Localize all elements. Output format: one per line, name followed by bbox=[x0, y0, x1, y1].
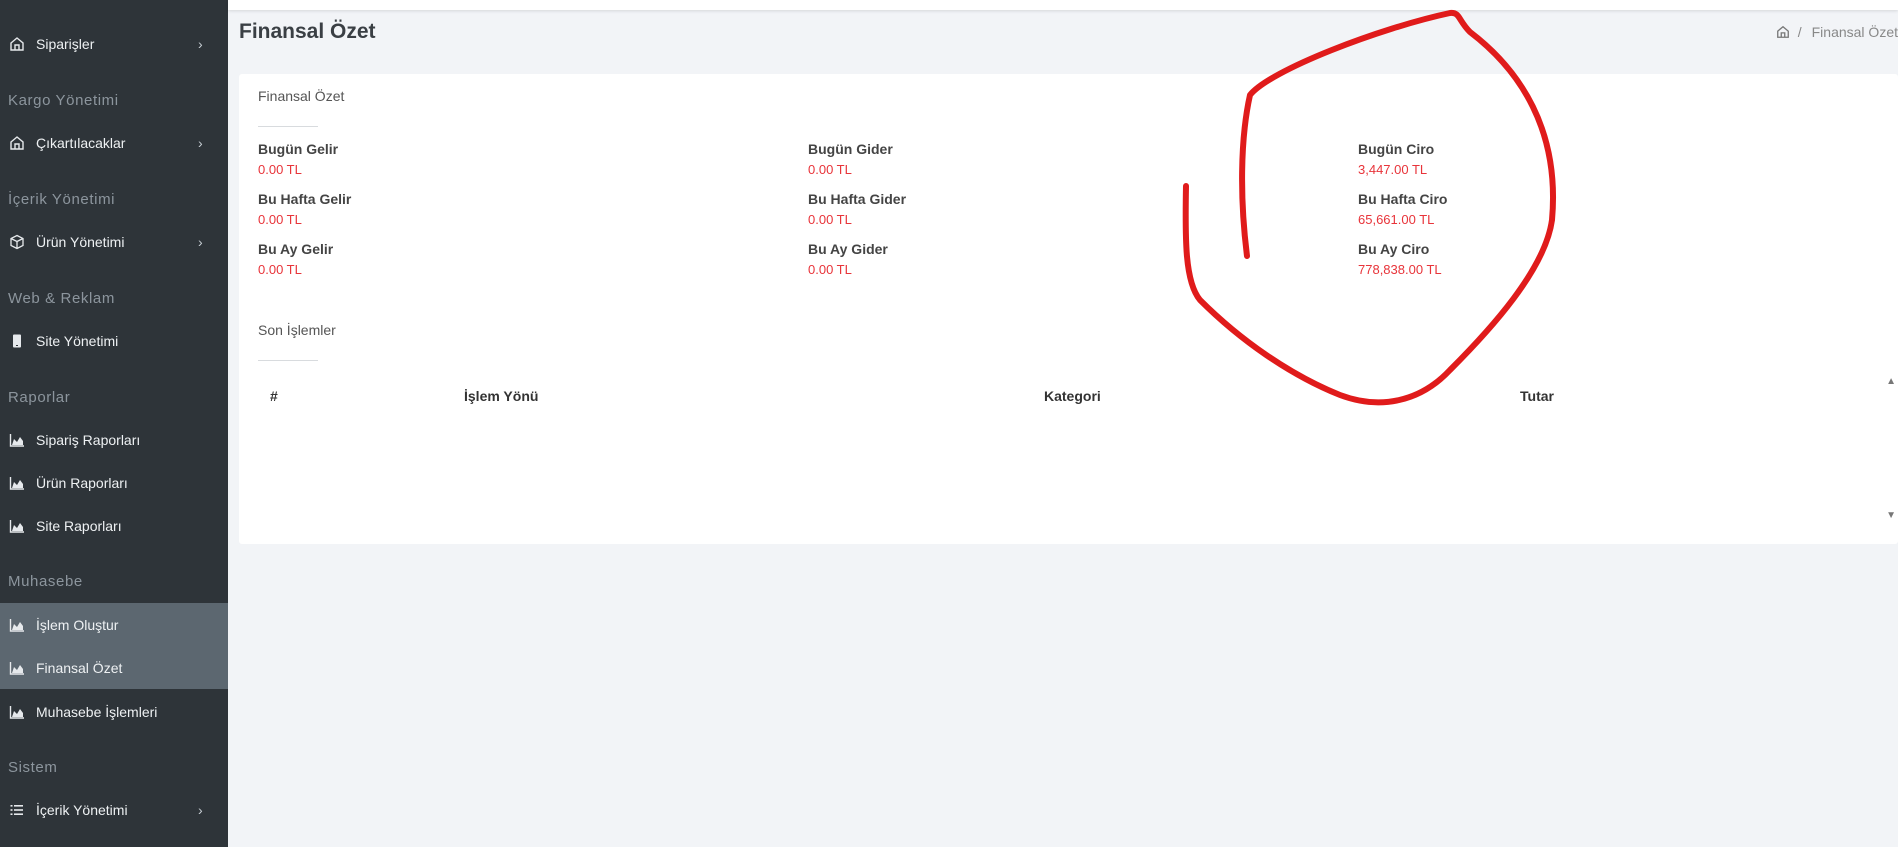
sidebar-section-kargo: Kargo Yönetimi bbox=[8, 92, 119, 109]
chevron-right-icon: › bbox=[198, 802, 203, 818]
metric-label: Bu Ay Gider bbox=[808, 241, 888, 257]
financial-summary-card: Finansal Özet Bugün Gelir 0.00 TL Bu Haf… bbox=[239, 74, 1898, 544]
sidebar-item-label: Ürün Raporları bbox=[36, 475, 128, 491]
sidebar-item-site-raporlari[interactable]: Site Raporları bbox=[0, 506, 228, 546]
sidebar-item-label: Site Raporları bbox=[36, 518, 122, 534]
sidebar-section-icerik: İçerik Yönetimi bbox=[8, 191, 116, 208]
metric-label: Bu Hafta Gelir bbox=[258, 191, 352, 207]
mobile-icon bbox=[8, 332, 26, 350]
home-icon bbox=[8, 134, 26, 152]
sidebar-item-cikartilacaklar[interactable]: Çıkartılacaklar › bbox=[0, 123, 228, 163]
sidebar-item-label: Siparişler bbox=[36, 36, 95, 52]
recent-transactions-title: Son İşlemler bbox=[258, 322, 336, 338]
metric-label: Bu Ay Gelir bbox=[258, 241, 334, 257]
area-chart-icon bbox=[8, 474, 26, 492]
sidebar-item-icerik-yonetimi[interactable]: İçerik Yönetimi › bbox=[0, 790, 228, 830]
chevron-right-icon: › bbox=[198, 135, 203, 151]
metric-value: 0.00 TL bbox=[808, 262, 852, 277]
box-icon bbox=[8, 233, 26, 251]
sidebar-section-muhasebe: Muhasebe bbox=[8, 573, 83, 590]
area-chart-icon bbox=[8, 659, 26, 677]
sidebar-section-raporlar: Raporlar bbox=[8, 389, 71, 406]
breadcrumb: / Finansal Özet bbox=[1776, 24, 1898, 40]
metric-value: 778,838.00 TL bbox=[1358, 262, 1442, 277]
sidebar-item-urun-yonetimi[interactable]: Ürün Yönetimi › bbox=[0, 222, 228, 262]
scroll-down-icon[interactable]: ▼ bbox=[1886, 510, 1896, 521]
metric-value: 65,661.00 TL bbox=[1358, 212, 1435, 227]
sidebar-item-siparis-raporlari[interactable]: Sipariş Raporları bbox=[0, 420, 228, 460]
metric-label: Bu Ay Ciro bbox=[1358, 241, 1430, 257]
sidebar-item-islem-olustur[interactable]: İşlem Oluştur bbox=[0, 605, 228, 645]
topbar bbox=[228, 0, 1898, 10]
list-icon bbox=[8, 801, 26, 819]
column-header-amount[interactable]: Tutar bbox=[1520, 388, 1554, 404]
metric-label: Bugün Gider bbox=[808, 141, 893, 157]
home-icon[interactable] bbox=[1776, 25, 1790, 39]
area-chart-icon bbox=[8, 616, 26, 634]
metric-value: 0.00 TL bbox=[258, 162, 302, 177]
metric-label: Bugün Gelir bbox=[258, 141, 339, 157]
home-icon bbox=[8, 35, 26, 53]
divider bbox=[258, 360, 318, 361]
metric-value: 0.00 TL bbox=[808, 212, 852, 227]
sidebar-item-muhasebe-islemleri[interactable]: Muhasebe İşlemleri bbox=[0, 692, 228, 732]
metric-value: 3,447.00 TL bbox=[1358, 162, 1428, 177]
column-header-index[interactable]: # bbox=[270, 388, 278, 404]
sidebar: Siparişler › Kargo Yönetimi Çıkartılacak… bbox=[0, 0, 228, 847]
sidebar-item-label: İçerik Yönetimi bbox=[36, 802, 128, 818]
metric-label: Bugün Ciro bbox=[1358, 141, 1435, 157]
sidebar-item-label: Ürün Yönetimi bbox=[36, 234, 125, 250]
sidebar-item-siparisler[interactable]: Siparişler › bbox=[0, 24, 228, 64]
metric-value: 0.00 TL bbox=[258, 212, 302, 227]
sidebar-item-label: İşlem Oluştur bbox=[36, 617, 119, 633]
metric-value: 0.00 TL bbox=[808, 162, 852, 177]
column-header-category[interactable]: Kategori bbox=[1044, 388, 1101, 404]
column-header-direction[interactable]: İşlem Yönü bbox=[464, 388, 538, 404]
sidebar-item-label: Sipariş Raporları bbox=[36, 432, 141, 448]
summary-title: Finansal Özet bbox=[258, 88, 345, 104]
metric-label: Bu Hafta Ciro bbox=[1358, 191, 1448, 207]
metric-label: Bu Hafta Gider bbox=[808, 191, 907, 207]
breadcrumb-current: Finansal Özet bbox=[1811, 24, 1898, 40]
sidebar-section-web: Web & Reklam bbox=[8, 290, 115, 307]
page-title: Finansal Özet bbox=[239, 20, 376, 43]
divider bbox=[258, 126, 318, 127]
area-chart-icon bbox=[8, 703, 26, 721]
area-chart-icon bbox=[8, 517, 26, 535]
metric-value: 0.00 TL bbox=[258, 262, 302, 277]
sidebar-item-label: Finansal Özet bbox=[36, 660, 123, 676]
chevron-right-icon: › bbox=[198, 234, 203, 250]
sidebar-item-urun-raporlari[interactable]: Ürün Raporları bbox=[0, 463, 228, 503]
area-chart-icon bbox=[8, 431, 26, 449]
sidebar-item-finansal-ozet[interactable]: Finansal Özet bbox=[0, 648, 228, 688]
sidebar-item-site-yonetimi[interactable]: Site Yönetimi bbox=[0, 321, 228, 361]
breadcrumb-separator: / bbox=[1797, 24, 1802, 40]
sidebar-item-label: Çıkartılacaklar bbox=[36, 135, 126, 151]
sidebar-section-sistem: Sistem bbox=[8, 759, 58, 776]
scroll-up-icon[interactable]: ▲ bbox=[1886, 376, 1896, 387]
sidebar-item-label: Muhasebe İşlemleri bbox=[36, 704, 158, 720]
sidebar-item-label: Site Yönetimi bbox=[36, 333, 119, 349]
chevron-right-icon: › bbox=[198, 36, 203, 52]
